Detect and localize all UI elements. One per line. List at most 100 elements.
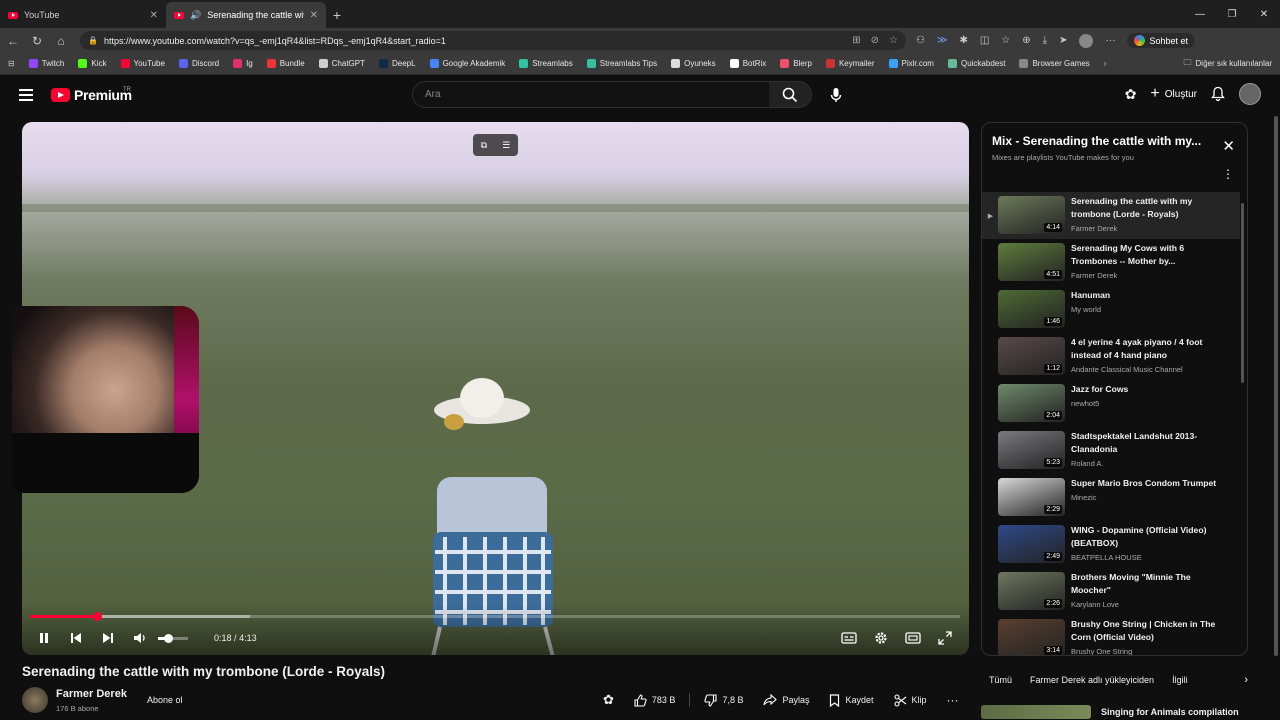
voice-search-button[interactable] — [828, 86, 844, 104]
copilot-button[interactable]: Sohbet et — [1127, 33, 1195, 48]
channel-name[interactable]: Farmer Derek — [56, 688, 127, 700]
bookmarks-overflow-icon[interactable]: › — [1104, 59, 1107, 68]
video-thumbnail[interactable]: 2:26 — [998, 572, 1065, 610]
channel-name[interactable]: newhot5 — [1071, 399, 1221, 408]
bookmark-item[interactable]: Blerp — [780, 59, 812, 68]
share-button[interactable]: Paylaş — [757, 689, 815, 711]
playlist-item[interactable]: 5:23 Stadtspektakel Landshut 2013- Clanad… — [982, 427, 1240, 474]
close-window-icon[interactable]: ✕ — [1248, 0, 1280, 28]
video-thumbnail[interactable]: 1:12 — [998, 337, 1065, 375]
puzzle-icon[interactable]: ✱ — [959, 35, 967, 46]
video-title[interactable]: Stadtspektakel Landshut 2013- Clanadonia — [1071, 430, 1221, 456]
bookmark-item[interactable]: YouTube — [120, 59, 165, 68]
video-thumbnail[interactable]: 5:23 — [998, 431, 1065, 469]
settings-button[interactable] — [872, 629, 890, 647]
playlist-item[interactable]: 1:46 Hanuman My world — [982, 286, 1240, 333]
bookmark-item[interactable]: Streamlabs Tips — [586, 59, 657, 68]
progress-bar[interactable] — [30, 612, 960, 621]
theater-mode-button[interactable] — [904, 629, 922, 647]
share-icon[interactable]: ➤ — [1059, 35, 1067, 46]
next-video-thumbnail[interactable] — [981, 704, 1091, 719]
video-thumbnail[interactable]: 2:04 — [998, 384, 1065, 422]
subscribe-button[interactable]: Abone ol — [137, 690, 193, 710]
bookmark-item[interactable]: DeepL — [379, 59, 416, 68]
video-title[interactable]: Jazz for Cows — [1071, 383, 1221, 396]
reload-icon[interactable]: ↻ — [30, 34, 44, 48]
channel-name[interactable]: Farmer Derek — [1071, 224, 1221, 233]
notifications-bell-icon[interactable] — [1211, 86, 1225, 102]
playlist-item[interactable]: ▶ 4:14 Serenading the cattle with my tromb… — [982, 192, 1240, 239]
youtube-premium-logo[interactable]: Premium TR — [51, 87, 132, 103]
channel-name[interactable]: My world — [1071, 305, 1221, 314]
next-video-row[interactable]: Singing for Animals compilation — [981, 703, 1248, 720]
subtitles-button[interactable] — [840, 629, 858, 647]
create-button[interactable]: + Oluştur — [1150, 85, 1197, 103]
channel-name[interactable]: Brushy One String — [1071, 647, 1221, 655]
filter-chip[interactable]: Tümü — [989, 675, 1012, 685]
playlist-icon[interactable]: ☰ — [502, 140, 510, 151]
tab-close-icon[interactable]: ✕ — [310, 10, 318, 21]
video-thumbnail[interactable]: 2:29 — [998, 478, 1065, 516]
playlist-item[interactable]: 2:26 Brothers Moving "Minnie The Moocher"… — [982, 568, 1240, 615]
channel-name[interactable]: Minezic — [1071, 493, 1221, 502]
video-title[interactable]: WING - Dopamine (Official Video) (BEATBO… — [1071, 524, 1221, 550]
fullscreen-button[interactable] — [936, 629, 954, 647]
volume-slider[interactable] — [158, 633, 188, 643]
next-video-title[interactable]: Singing for Animals compilation — [1101, 707, 1239, 717]
home-icon[interactable]: ⌂ — [54, 34, 68, 48]
video-thumbnail[interactable]: 1:46 — [998, 290, 1065, 328]
bookmark-toggle-icon[interactable]: ⊟ — [8, 59, 15, 68]
playlist-item[interactable]: 4:51 Serenading My Cows with 6 Trombones … — [982, 239, 1240, 286]
extension-badge-icon[interactable]: ✿ — [1125, 86, 1137, 103]
bookmark-item[interactable]: BotRix — [729, 59, 766, 68]
bookmark-item[interactable]: Streamlabs — [519, 59, 573, 68]
search-button[interactable] — [769, 81, 812, 108]
more-actions-button[interactable]: ··· — [941, 689, 965, 711]
bookmark-item[interactable]: Quickabdest — [947, 59, 1005, 68]
video-title[interactable]: Super Mario Bros Condom Trumpet — [1071, 477, 1221, 490]
channel-name[interactable]: Andante Classical Music Channel — [1071, 365, 1221, 374]
tracking-icon[interactable]: ⊘ — [871, 35, 879, 46]
favorite-star-icon[interactable]: ☆ — [889, 35, 898, 46]
extension-icon[interactable]: ≫ — [937, 35, 947, 46]
miniplayer-icon[interactable]: ⧉ — [481, 140, 487, 151]
chevron-right-icon[interactable]: › — [1244, 674, 1248, 686]
page-scrollbar[interactable] — [1272, 116, 1280, 720]
channel-avatar[interactable] — [22, 687, 48, 713]
split-screen-icon[interactable]: ◫ — [980, 35, 989, 46]
bookmark-item[interactable]: Google Akademik — [429, 59, 505, 68]
extension-action-icon[interactable]: ✿ — [597, 689, 620, 711]
search-input[interactable]: Ara — [412, 81, 770, 108]
playlist-item[interactable]: 1:12 4 el yerine 4 ayak piyano / 4 foot i… — [982, 333, 1240, 380]
video-thumbnail[interactable]: 2:49 — [998, 525, 1065, 563]
other-bookmarks-folder[interactable]: 🗀 Diğer sık kullanılanlar — [1184, 57, 1272, 71]
bookmark-item[interactable]: Twitch — [28, 59, 64, 68]
bookmark-item[interactable]: Ig — [233, 59, 253, 68]
channel-name[interactable]: BEATPELLA HOUSE — [1071, 553, 1221, 562]
next-button[interactable] — [98, 628, 118, 648]
page-scrollbar-thumb[interactable] — [1274, 116, 1278, 656]
playlist-item[interactable]: 2:49 WING - Dopamine (Official Video) (BE… — [982, 521, 1240, 568]
minimize-icon[interactable]: — — [1184, 0, 1216, 28]
bookmark-item[interactable]: Kick — [78, 59, 107, 68]
pause-button[interactable] — [34, 628, 54, 648]
video-title[interactable]: Hanuman — [1071, 289, 1221, 302]
bookmark-item[interactable]: Browser Games — [1019, 59, 1090, 68]
menu-dots-icon[interactable]: ··· — [1105, 35, 1115, 46]
playlist-scrollbar[interactable] — [1241, 203, 1244, 383]
volume-handle[interactable] — [163, 633, 173, 643]
video-thumbnail[interactable]: 4:14 — [998, 196, 1065, 234]
back-icon[interactable]: ← — [6, 34, 20, 48]
bookmark-item[interactable]: Oyuneks — [671, 59, 716, 68]
restore-icon[interactable]: ❐ — [1216, 0, 1248, 28]
dislike-button[interactable]: 7,8 B — [698, 689, 749, 711]
playlist-title[interactable]: Mix - Serenading the cattle with my... — [992, 134, 1217, 148]
favorites-icon[interactable]: ☆ — [1001, 35, 1010, 46]
bookmark-item[interactable]: ChatGPT — [318, 59, 365, 68]
bookmark-item[interactable]: Discord — [178, 59, 219, 68]
video-title[interactable]: Brothers Moving "Minnie The Moocher" — [1071, 571, 1221, 597]
video-thumbnail[interactable]: 4:51 — [998, 243, 1065, 281]
app-icon[interactable]: ⊞ — [852, 35, 860, 46]
filter-chip[interactable]: İlgili — [1172, 675, 1188, 685]
filter-chip[interactable]: Farmer Derek adlı yükleyiciden — [1030, 675, 1154, 685]
